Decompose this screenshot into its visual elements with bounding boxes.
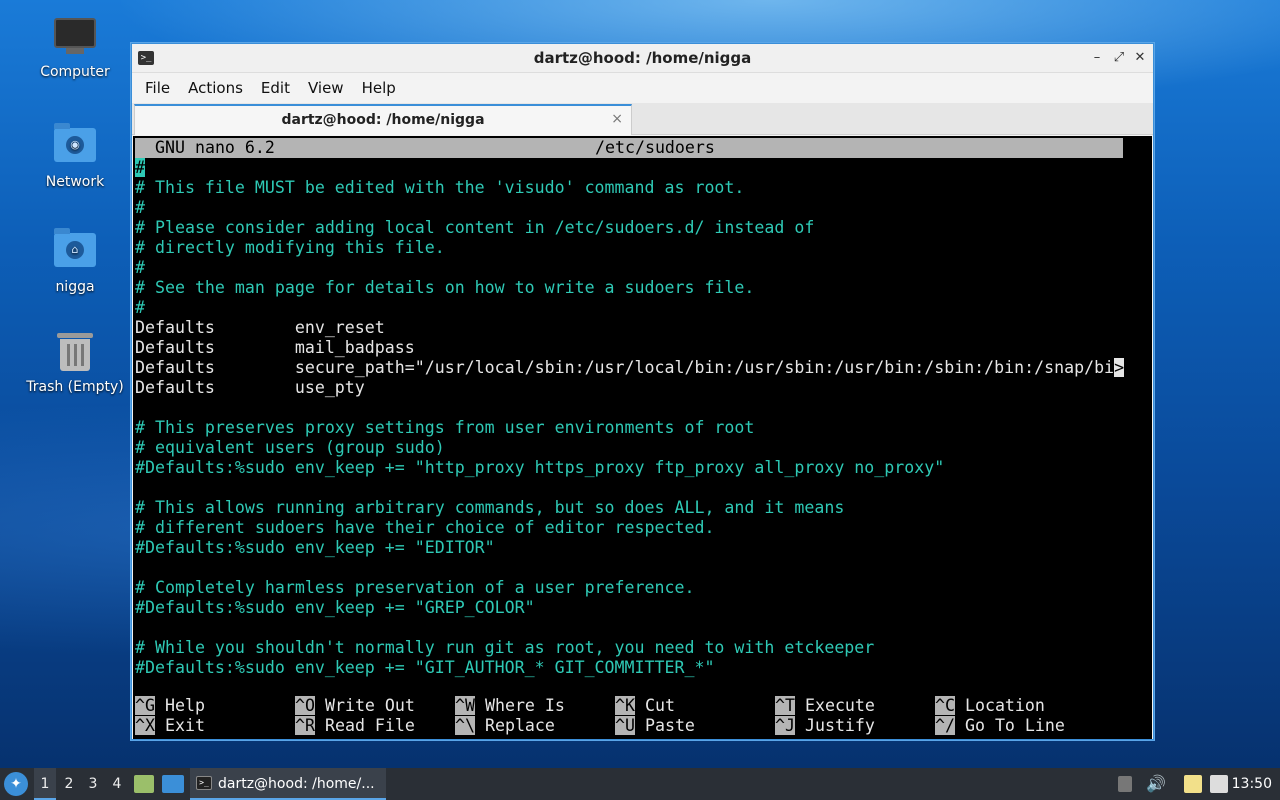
menubar: File Actions Edit View Help xyxy=(132,73,1153,103)
editor-line[interactable]: Defaults env_reset xyxy=(135,318,385,338)
clock[interactable]: 13:50 xyxy=(1232,768,1272,800)
shortcut-key: ^G xyxy=(135,696,155,715)
menu-help[interactable]: Help xyxy=(353,79,405,97)
shortcut-item: ^O Write Out xyxy=(295,696,415,715)
desktop-icon-computer[interactable]: Computer xyxy=(20,18,130,80)
desktop-icon-label: Trash (Empty) xyxy=(26,379,124,395)
desktop-icon-home[interactable]: ⌂ nigga xyxy=(20,228,130,295)
editor-line[interactable]: # xyxy=(135,258,145,278)
editor-line[interactable]: # Please consider adding local content i… xyxy=(135,218,814,238)
shortcut-item: ^/ Go To Line xyxy=(935,716,1065,735)
workspace-2[interactable]: 2 xyxy=(58,768,80,800)
workspace-3[interactable]: 3 xyxy=(82,768,104,800)
window-titlebar[interactable]: >_ dartz@hood: /home/nigga – ⤢ ✕ xyxy=(132,44,1153,73)
editor-line[interactable]: #Defaults:%sudo env_keep += "EDITOR" xyxy=(135,538,495,558)
trash-icon xyxy=(53,333,97,373)
tab-label: dartz@hood: /home/nigga xyxy=(281,112,485,128)
shortcut-key: ^O xyxy=(295,696,315,715)
editor-line[interactable]: Defaults use_pty xyxy=(135,378,365,398)
workspace-4[interactable]: 4 xyxy=(106,768,128,800)
shortcut-key: ^J xyxy=(775,716,795,735)
menu-view[interactable]: View xyxy=(299,79,353,97)
desktop-icon-label: nigga xyxy=(55,279,95,295)
shortcut-key: ^X xyxy=(135,716,155,735)
menu-edit[interactable]: Edit xyxy=(252,79,299,97)
menu-actions[interactable]: Actions xyxy=(179,79,252,97)
shortcut-item: ^G Help xyxy=(135,696,205,715)
editor-line[interactable]: #Defaults:%sudo env_keep += "GREP_COLOR" xyxy=(135,598,535,618)
tab-close-icon[interactable]: × xyxy=(611,111,623,127)
nano-titlebar: GNU nano 6.2 /etc/sudoers xyxy=(135,138,1123,158)
shortcut-item: ^J Justify xyxy=(775,716,875,735)
maximize-button[interactable]: ⤢ xyxy=(1109,48,1129,68)
editor-line[interactable]: Defaults mail_badpass xyxy=(135,338,415,358)
editor-line[interactable]: # equivalent users (group sudo) xyxy=(135,438,445,458)
taskbar-item-label: dartz@hood: /home/... xyxy=(218,776,375,792)
shortcut-item: ^X Exit xyxy=(135,716,205,735)
shortcut-item: ^T Execute xyxy=(775,696,875,715)
taskbar: ✦ 1 2 3 4 >_ dartz@hood: /home/... 🔊 13:… xyxy=(0,768,1280,800)
editor-line[interactable]: # This preserves proxy settings from use… xyxy=(135,418,754,438)
editor-line[interactable]: #Defaults:%sudo env_keep += "http_proxy … xyxy=(135,458,944,478)
shortcut-item: ^U Paste xyxy=(615,716,695,735)
line-truncation-marker: > xyxy=(1114,358,1125,377)
shortcut-item: ^R Read File xyxy=(295,716,415,735)
nano-version: GNU nano 6.2 xyxy=(155,138,275,157)
editor-line[interactable]: #Defaults:%sudo env_keep += "GIT_AUTHOR_… xyxy=(135,658,714,678)
taskbar-item-terminal[interactable]: >_ dartz@hood: /home/... xyxy=(190,768,386,800)
shortcut-item: ^W Where Is xyxy=(455,696,565,715)
editor-line[interactable]: # See the man page for details on how to… xyxy=(135,278,754,298)
editor-line[interactable]: # xyxy=(135,298,145,318)
home-folder-icon: ⌂ xyxy=(53,228,97,273)
shortcut-key: ^C xyxy=(935,696,955,715)
shortcut-key: ^U xyxy=(615,716,635,735)
file-manager-launcher-icon[interactable] xyxy=(134,775,154,793)
shortcut-item: ^\ Replace xyxy=(455,716,555,735)
editor-line[interactable]: # xyxy=(135,198,145,218)
window-title: dartz@hood: /home/nigga xyxy=(533,49,752,67)
menu-file[interactable]: File xyxy=(136,79,179,97)
shortcut-item: ^K Cut xyxy=(615,696,675,715)
editor-line[interactable]: # xyxy=(135,158,145,178)
desktop-icon-label: Network xyxy=(45,174,105,190)
minimize-button[interactable]: – xyxy=(1087,48,1107,68)
shortcut-key: ^\ xyxy=(455,716,475,735)
editor-line[interactable]: # This file MUST be edited with the 'vis… xyxy=(135,178,744,198)
network-status-icon[interactable] xyxy=(1210,775,1228,793)
desktop-icon-trash[interactable]: Trash (Empty) xyxy=(20,333,130,395)
terminal-icon: >_ xyxy=(196,776,212,790)
tab-bar: dartz@hood: /home/nigga × xyxy=(132,103,1153,135)
close-button[interactable]: ✕ xyxy=(1130,48,1150,68)
nano-filename: /etc/sudoers xyxy=(595,138,715,157)
editor-line[interactable]: # different sudoers have their choice of… xyxy=(135,518,714,538)
editor-line[interactable]: # This allows running arbitrary commands… xyxy=(135,498,844,518)
start-menu-icon[interactable]: ✦ xyxy=(4,772,28,796)
workspace-1[interactable]: 1 xyxy=(34,768,56,800)
clipboard-icon[interactable] xyxy=(1184,775,1202,793)
editor-line[interactable]: # While you shouldn't normally run git a… xyxy=(135,638,874,658)
shortcut-key: ^/ xyxy=(935,716,955,735)
shortcut-key: ^W xyxy=(455,696,475,715)
terminal-area[interactable]: GNU nano 6.2 /etc/sudoers # # This file M… xyxy=(133,136,1152,739)
terminal-tab[interactable]: dartz@hood: /home/nigga × xyxy=(134,104,632,135)
volume-icon[interactable]: 🔊 xyxy=(1146,768,1166,800)
network-folder-icon: ◉ xyxy=(53,123,97,168)
shortcut-item: ^C Location xyxy=(935,696,1045,715)
terminal-window: >_ dartz@hood: /home/nigga – ⤢ ✕ File Ac… xyxy=(131,43,1154,740)
show-desktop-icon[interactable] xyxy=(162,775,184,793)
shortcut-key: ^R xyxy=(295,716,315,735)
editor-line[interactable]: Defaults secure_path="/usr/local/sbin:/u… xyxy=(135,358,1125,378)
editor-line[interactable]: # directly modifying this file. xyxy=(135,238,445,258)
removable-media-icon[interactable] xyxy=(1118,776,1132,792)
computer-icon xyxy=(53,18,97,58)
desktop-icon-label: Computer xyxy=(40,64,110,80)
editor-line[interactable]: # Completely harmless preservation of a … xyxy=(135,578,694,598)
shortcut-key: ^T xyxy=(775,696,795,715)
desktop-icon-network[interactable]: ◉ Network xyxy=(20,123,130,190)
shortcut-key: ^K xyxy=(615,696,635,715)
